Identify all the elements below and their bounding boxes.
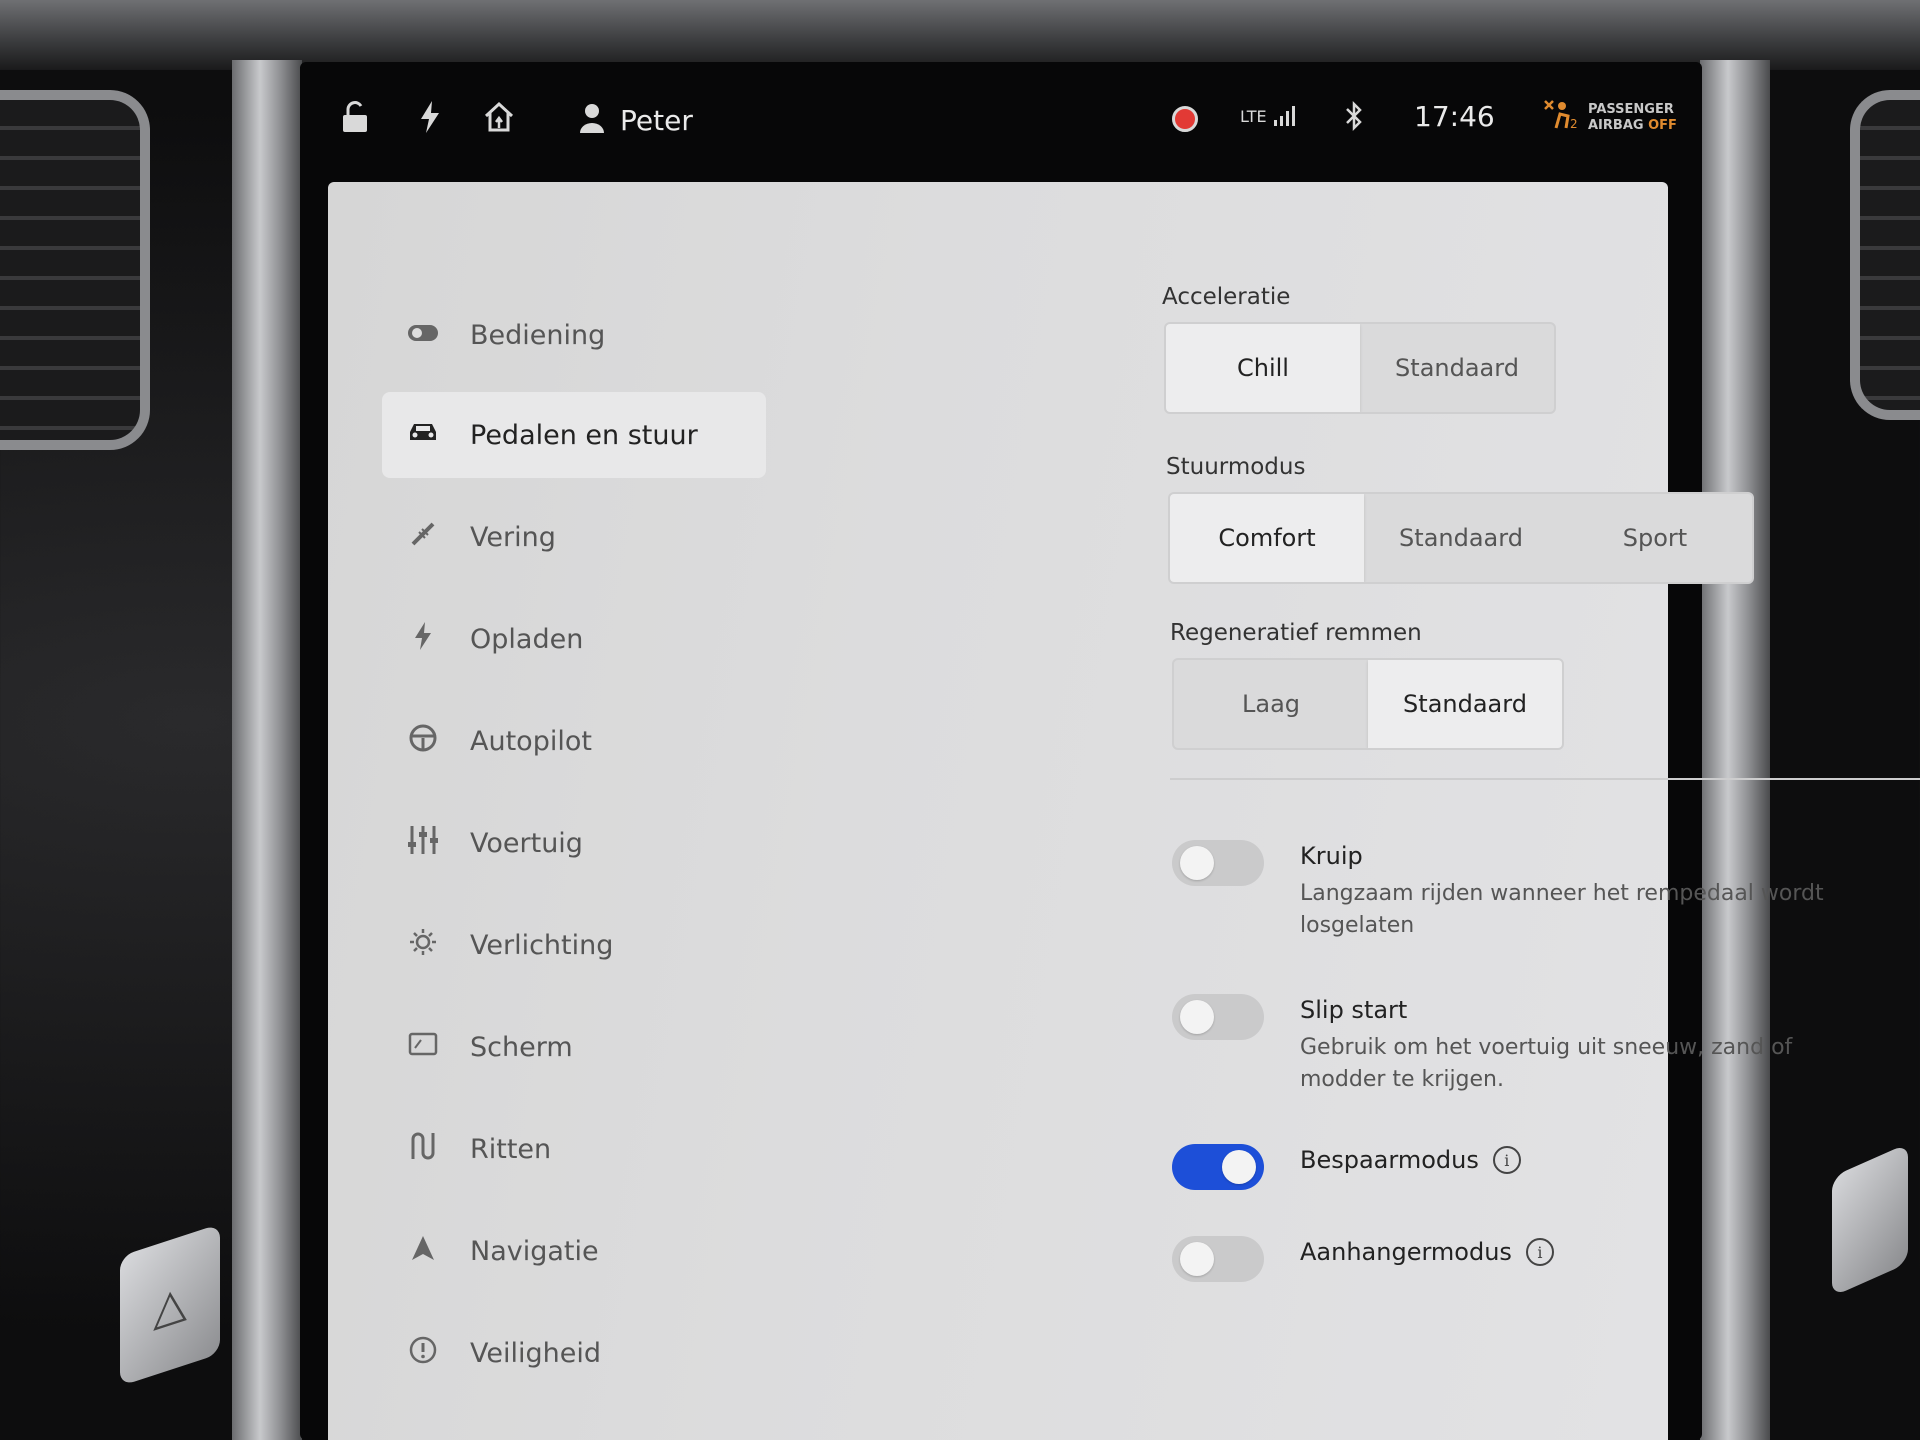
kruip-toggle[interactable]: [1172, 840, 1264, 886]
safety-icon: [406, 1335, 440, 1372]
sidebar-item-label: Veiligheid: [470, 1337, 601, 1369]
toggle-knob: [1222, 1150, 1256, 1184]
record-dot-icon[interactable]: [1172, 106, 1198, 132]
airbag-off-icon: 2: [1542, 98, 1580, 137]
screen-trim-left: [232, 60, 302, 1440]
steering-mode-label: Stuurmodus: [1166, 454, 1306, 480]
bluetooth-icon[interactable]: [1344, 100, 1364, 140]
steering-wheel-icon: [406, 723, 440, 760]
regen-braking-label: Regeneratief remmen: [1170, 620, 1422, 646]
acceleration-option-standaard[interactable]: Standaard: [1360, 324, 1554, 412]
sidebar-item-label: Navigatie: [470, 1235, 599, 1267]
toggle-icon: [406, 320, 440, 350]
trips-icon: [406, 1131, 440, 1168]
sidebar-item-label: Verlichting: [470, 929, 614, 961]
steering-mode-selector: Comfort Standaard Sport: [1168, 492, 1754, 584]
toggle-title: Slip start: [1300, 996, 1408, 1024]
regen-option-standaard[interactable]: Standaard: [1368, 660, 1562, 748]
sidebar-item-ritten[interactable]: Ritten: [382, 1106, 766, 1192]
navigation-arrow-icon: [406, 1234, 440, 1269]
acceleration-option-chill[interactable]: Chill: [1166, 324, 1360, 412]
sidebar-item-voertuig[interactable]: Voertuig: [382, 800, 766, 886]
sidebar-item-scherm[interactable]: Scherm: [382, 1004, 766, 1090]
sliders-icon: [406, 824, 440, 863]
sidebar-item-label: Ritten: [470, 1133, 552, 1165]
toggle-title: Bespaarmodus: [1300, 1146, 1479, 1174]
hazard-button[interactable]: △: [120, 1223, 220, 1387]
lightning-icon: [406, 621, 440, 658]
sidebar-item-verlichting[interactable]: Verlichting: [382, 902, 766, 988]
clock: 17:46: [1414, 100, 1495, 133]
sidebar-item-label: Scherm: [470, 1031, 573, 1063]
home-icon[interactable]: [482, 100, 516, 140]
sidebar-item-label: Opladen: [470, 623, 584, 655]
sidebar-item-pedalen-en-stuur[interactable]: Pedalen en stuur: [382, 392, 766, 478]
info-icon[interactable]: i: [1525, 1238, 1554, 1266]
user-profile[interactable]: Peter: [578, 102, 693, 138]
toggle-title: Kruip: [1300, 842, 1363, 870]
info-icon[interactable]: i: [1492, 1146, 1521, 1174]
sidebar-item-label: Vering: [470, 521, 556, 553]
toggle-row-slip-start: Slip start Gebruik om het voertuig uit s…: [1172, 994, 1860, 1096]
person-icon: [578, 102, 606, 138]
sidebar-item-autopilot[interactable]: Autopilot: [382, 698, 766, 784]
toggle-description: Langzaam rijden wanneer het rempedaal wo…: [1300, 881, 1824, 938]
sidebar-item-opladen[interactable]: Opladen: [382, 596, 766, 682]
toggle-row-bespaarmodus: Bespaarmodus i: [1172, 1144, 1521, 1190]
settings-panel: Bediening Pedalen en stuur Vering Oplade…: [328, 182, 1920, 1440]
signal-bar: [1273, 120, 1277, 126]
airbag-line2: AIRBAG: [1588, 117, 1644, 133]
aanhangermodus-toggle[interactable]: [1172, 1236, 1264, 1282]
section-divider: [1170, 778, 1920, 780]
sidebar-item-bediening[interactable]: Bediening: [382, 292, 766, 378]
hazard-icon: △: [153, 1274, 187, 1336]
unlock-icon[interactable]: [340, 100, 370, 140]
pedals-steering-settings: Acceleratie Chill Standaard Stuurmodus C…: [828, 182, 1920, 1440]
acceleration-selector: Chill Standaard: [1164, 322, 1556, 414]
toggle-knob: [1180, 846, 1214, 880]
regen-option-laag[interactable]: Laag: [1174, 660, 1368, 748]
cellular-signal: LTE: [1240, 106, 1295, 126]
suspension-icon: [406, 520, 440, 555]
svg-text:2: 2: [1570, 117, 1578, 130]
toggle-row-aanhangermodus: Aanhangermodus i: [1172, 1236, 1554, 1282]
slip-start-toggle[interactable]: [1172, 994, 1264, 1040]
toggle-title: Aanhangermodus: [1300, 1238, 1512, 1266]
bespaarmodus-toggle[interactable]: [1172, 1144, 1264, 1190]
regen-braking-selector: Laag Standaard: [1172, 658, 1564, 750]
sidebar-item-label: Autopilot: [470, 725, 592, 757]
settings-sidebar: Bediening Pedalen en stuur Vering Oplade…: [328, 182, 768, 1440]
air-vent-right: [1850, 90, 1920, 420]
signal-bar: [1291, 106, 1295, 126]
airbag-state: OFF: [1648, 117, 1677, 133]
sidebar-item-label: Pedalen en stuur: [470, 419, 698, 451]
user-name: Peter: [620, 103, 693, 137]
sidebar-item-vering[interactable]: Vering: [382, 494, 766, 580]
signal-bar: [1279, 116, 1283, 126]
passenger-airbag-status: 2 PASSENGER AIRBAG OFF: [1542, 98, 1677, 137]
toggle-knob: [1180, 1242, 1214, 1276]
steering-option-standaard[interactable]: Standaard: [1364, 494, 1558, 582]
sidebar-item-navigatie[interactable]: Navigatie: [382, 1208, 766, 1294]
air-vent-left: [0, 90, 150, 450]
screen-icon: [406, 1031, 440, 1064]
toggle-description: Gebruik om het voertuig uit sneeuw, zand…: [1300, 1035, 1793, 1092]
sidebar-item-veiligheid[interactable]: Veiligheid: [382, 1310, 766, 1396]
network-label: LTE: [1240, 107, 1267, 126]
light-icon: [406, 927, 440, 964]
steering-option-sport[interactable]: Sport: [1558, 494, 1752, 582]
screen-trim-right: [1700, 60, 1770, 1440]
glovebox-button[interactable]: [1832, 1143, 1908, 1297]
toggle-row-kruip: Kruip Langzaam rijden wanneer het remped…: [1172, 840, 1860, 942]
sidebar-item-label: Voertuig: [470, 827, 583, 859]
airbag-line1: PASSENGER: [1588, 101, 1674, 117]
toggle-knob: [1180, 1000, 1214, 1034]
acceleration-label: Acceleratie: [1162, 284, 1291, 310]
steering-option-comfort[interactable]: Comfort: [1170, 494, 1364, 582]
sidebar-item-label: Bediening: [470, 319, 606, 351]
signal-bar: [1285, 111, 1289, 126]
lightning-icon[interactable]: [418, 100, 442, 140]
car-icon: [406, 420, 440, 451]
